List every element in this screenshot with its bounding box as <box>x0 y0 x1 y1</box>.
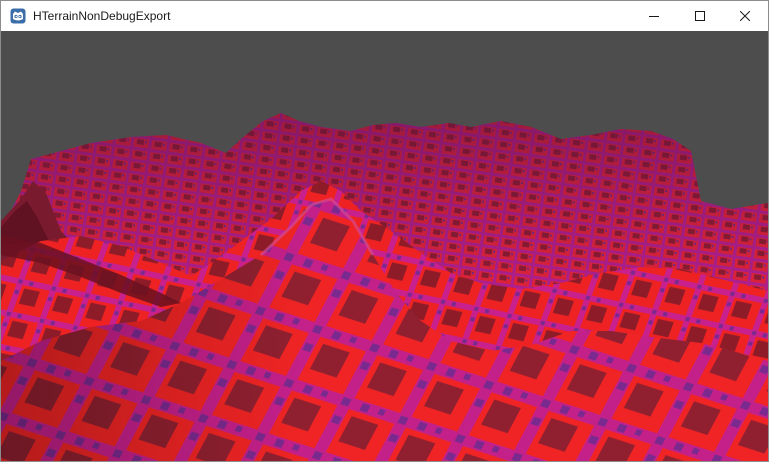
godot-engine-icon <box>10 8 26 24</box>
title-bar[interactable]: HTerrainNonDebugExport <box>1 1 768 31</box>
close-button[interactable] <box>722 1 768 31</box>
app-window: HTerrainNonDebugExport <box>0 0 769 462</box>
minimize-button[interactable] <box>631 1 677 31</box>
maximize-button[interactable] <box>677 1 723 31</box>
close-icon <box>740 11 750 21</box>
maximize-icon <box>695 11 705 21</box>
game-viewport[interactable] <box>1 31 768 461</box>
terrain-render <box>1 31 768 461</box>
window-title: HTerrainNonDebugExport <box>33 9 171 23</box>
minimize-icon <box>649 16 659 17</box>
